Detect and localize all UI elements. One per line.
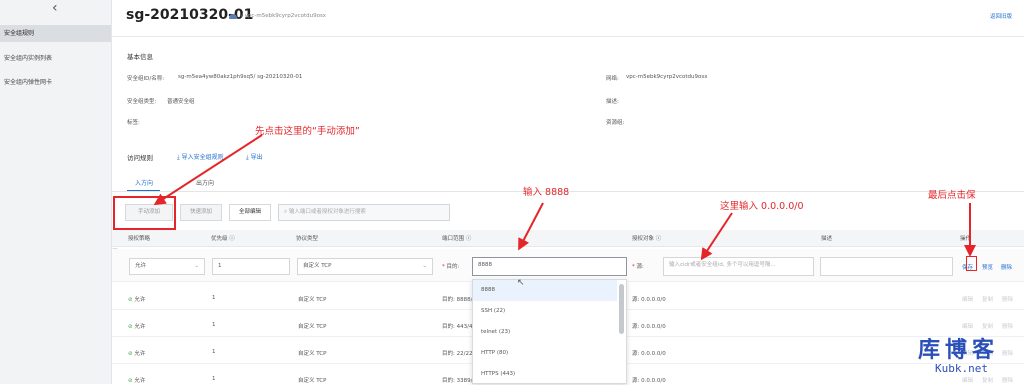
arrow-to-port [518, 202, 544, 251]
arrow-to-manual-add [153, 134, 263, 206]
watermark-en: Kubk.net [935, 362, 988, 375]
arrow-to-source [700, 212, 733, 261]
annotation-step4: 最后点击保 [928, 190, 976, 201]
annotation-step1: 先点击这里的“手动添加” [255, 126, 360, 137]
annotation-step3: 这里输入 0.0.0.0/0 [720, 201, 804, 212]
annotation-arrows [153, 134, 976, 261]
watermark-cn: 库博客 [918, 338, 1000, 363]
annotation-step2: 输入 8888 [523, 187, 570, 198]
